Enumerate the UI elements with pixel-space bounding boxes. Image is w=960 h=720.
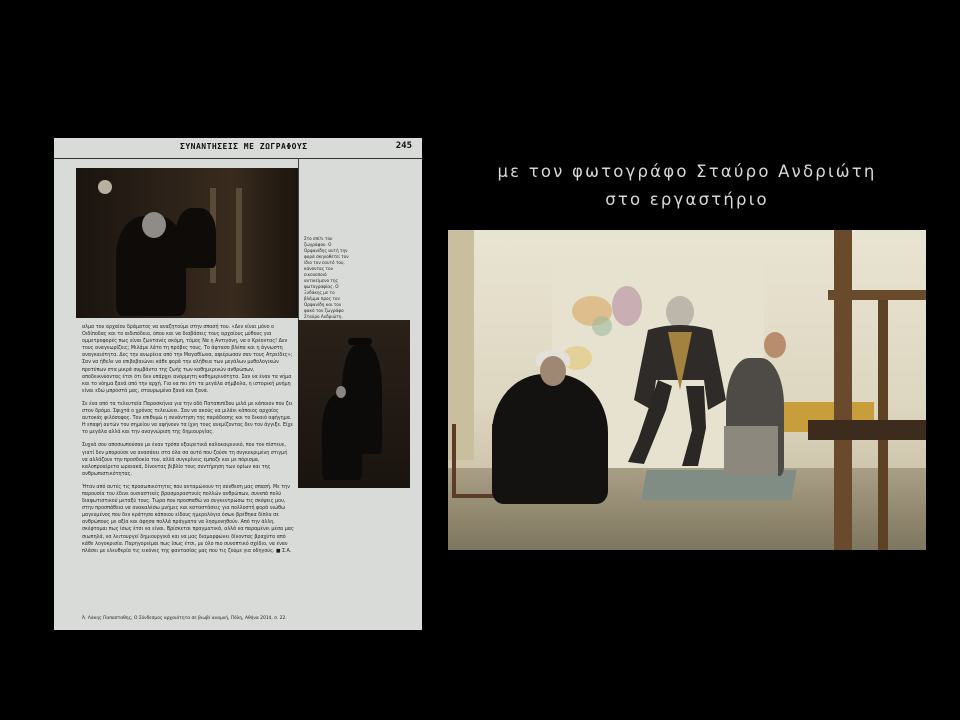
page-number: 245 [395,141,412,151]
wooden-easel [834,230,852,550]
page-photo-two-men [298,320,410,488]
seated-man-head [540,356,566,386]
figure-head [142,212,166,238]
figure-head [336,386,346,398]
scanned-book-page: ΣΥΝΑΝΤΗΣΕΙΣ ΜΕ ΖΩΓΡΑΦΟΥΣ 245 Στο σπίτι τ… [54,138,422,630]
page-photo-painter-at-easel [76,168,298,318]
photographer-legs [724,426,778,476]
article-body: αλμα του αρχαίου δράματος να αναζητούμε … [82,324,294,561]
lamp-icon [98,180,112,194]
slide-caption: με τον φωτογράφο Σταύρο Ανδριώτη στο εργ… [448,158,926,214]
easel-shape [236,188,242,283]
easel-crossbar [828,290,926,300]
article-paragraph: Ήταν από αυτές τις προσωπικότητες που αν… [82,484,294,554]
caption-line-1: με τον φωτογράφο Σταύρο Ανδριώτη [497,162,877,181]
seated-man-in-coat [492,374,608,504]
article-paragraph: αλμα του αρχαίου δράματος να αναζητούμε … [82,325,293,394]
figure-silhouette [322,394,362,480]
caption-line-2: στο εργαστήριο [605,190,769,209]
page-header-title: ΣΥΝΑΝΤΗΣΕΙΣ ΜΕ ΖΩΓΡΑΦΟΥΣ [180,142,308,151]
studio-photograph [448,230,926,550]
easel-stand [808,420,926,440]
article-paragraph: Σε ένα από τα τελευταία Παρασκήνια για τ… [82,401,294,436]
page-footnote: Ά. Λάκης Παπασταθης, Ο Σύνδεσμος αρχαιότ… [82,616,287,621]
article-paragraph: Συχνά σου αποσιωπούσαν με έναν τρόπο εξα… [82,443,288,477]
figure-silhouette [176,208,216,268]
photo-side-caption: Στο σπίτι του ζωγράφου. Ο Ορφανίδης αυτή… [304,236,349,319]
photographer-head [764,332,786,358]
column-divider [298,158,299,328]
wooden-chair [452,424,496,498]
page-header: ΣΥΝΑΝΤΗΣΕΙΣ ΜΕ ΖΩΓΡΑΦΟΥΣ 245 [54,138,422,159]
